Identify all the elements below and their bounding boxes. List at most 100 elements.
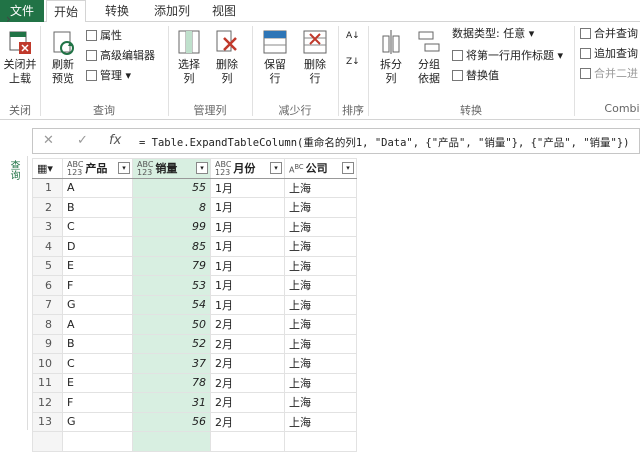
cell-product[interactable]: C bbox=[62, 216, 133, 237]
cell-company[interactable]: 上海 bbox=[284, 314, 357, 335]
cell-company[interactable]: 上海 bbox=[284, 392, 357, 413]
cell-product[interactable]: F bbox=[62, 392, 133, 413]
table-row[interactable]: 6 F 53 1月 上海 bbox=[32, 275, 357, 296]
tab-home[interactable]: 开始 bbox=[46, 0, 86, 23]
cell-company[interactable]: 上海 bbox=[284, 177, 357, 198]
cell-company[interactable]: 上海 bbox=[284, 236, 357, 257]
table-menu-icon[interactable]: ▦▾ bbox=[32, 158, 63, 179]
cell-company[interactable]: 上海 bbox=[284, 411, 357, 432]
group-by-button[interactable]: 分组 依据 bbox=[412, 28, 446, 86]
filter-dropdown-icon[interactable]: ▾ bbox=[270, 162, 282, 174]
cell-product[interactable]: A bbox=[62, 177, 133, 198]
cell-sales[interactable]: 54 bbox=[132, 294, 211, 315]
table-row[interactable]: 1 A 55 1月 上海 bbox=[32, 177, 357, 198]
cell-company[interactable]: 上海 bbox=[284, 255, 357, 276]
cell-month[interactable] bbox=[210, 431, 285, 452]
cell-product[interactable] bbox=[62, 431, 133, 452]
cell-company[interactable]: 上海 bbox=[284, 372, 357, 393]
cell-month[interactable]: 1月 bbox=[210, 236, 285, 257]
cell-product[interactable]: F bbox=[62, 275, 133, 296]
cell-product[interactable]: G bbox=[62, 411, 133, 432]
combine-files-button[interactable]: 合并二进 bbox=[580, 66, 638, 82]
cell-company[interactable]: 上海 bbox=[284, 333, 357, 354]
table-row[interactable]: 3 C 99 1月 上海 bbox=[32, 216, 357, 237]
cell-month[interactable]: 2月 bbox=[210, 392, 285, 413]
select-columns-button[interactable]: 选择 列 bbox=[172, 28, 206, 86]
cell-company[interactable] bbox=[284, 431, 357, 452]
cell-month[interactable]: 1月 bbox=[210, 294, 285, 315]
cell-sales[interactable]: 78 bbox=[132, 372, 211, 393]
cell-company[interactable]: 上海 bbox=[284, 216, 357, 237]
column-header-month[interactable]: ABC 123 月份 ▾ bbox=[210, 158, 285, 179]
cell-month[interactable]: 2月 bbox=[210, 411, 285, 432]
confirm-formula-icon[interactable]: ✓ bbox=[77, 133, 88, 148]
tab-view[interactable]: 视图 bbox=[202, 0, 246, 22]
cell-month[interactable]: 1月 bbox=[210, 197, 285, 218]
tab-transform[interactable]: 转换 bbox=[92, 0, 142, 22]
data-type-dropdown[interactable]: 数据类型: 任意 ▾ bbox=[452, 26, 534, 42]
table-row[interactable]: 8 A 50 2月 上海 bbox=[32, 314, 357, 335]
cell-sales[interactable]: 79 bbox=[132, 255, 211, 276]
cancel-formula-icon[interactable]: ✕ bbox=[43, 133, 54, 148]
merge-queries-button[interactable]: 合并查询 bbox=[580, 26, 638, 42]
tab-add-column[interactable]: 添加列 bbox=[142, 0, 202, 22]
first-row-header-button[interactable]: 将第一行用作标题 ▾ bbox=[452, 48, 563, 64]
filter-dropdown-icon[interactable]: ▾ bbox=[196, 162, 208, 174]
cell-product[interactable]: G bbox=[62, 294, 133, 315]
sort-ascending-icon[interactable]: A↓ bbox=[346, 28, 360, 44]
cell-sales[interactable]: 55 bbox=[132, 177, 211, 198]
table-row[interactable]: 10 C 37 2月 上海 bbox=[32, 353, 357, 374]
formula-bar[interactable]: ✕ ✓ fx = Table.ExpandTableColumn(重命名的列1,… bbox=[32, 128, 640, 154]
remove-rows-button[interactable]: 删除 行 bbox=[296, 28, 334, 86]
table-row[interactable]: 4 D 85 1月 上海 bbox=[32, 236, 357, 257]
cell-product[interactable]: C bbox=[62, 353, 133, 374]
cell-product[interactable]: B bbox=[62, 197, 133, 218]
cell-month[interactable]: 1月 bbox=[210, 255, 285, 276]
cell-sales[interactable]: 50 bbox=[132, 314, 211, 335]
table-row[interactable]: 11 E 78 2月 上海 bbox=[32, 372, 357, 393]
advanced-editor-button[interactable]: 高级编辑器 bbox=[86, 48, 155, 64]
close-load-button[interactable]: 关闭并 上载 bbox=[0, 28, 40, 86]
filter-dropdown-icon[interactable]: ▾ bbox=[118, 162, 130, 174]
cell-month[interactable]: 1月 bbox=[210, 216, 285, 237]
replace-values-button[interactable]: 替换值 bbox=[452, 68, 499, 84]
cell-sales[interactable]: 85 bbox=[132, 236, 211, 257]
cell-month[interactable]: 2月 bbox=[210, 372, 285, 393]
cell-sales[interactable]: 31 bbox=[132, 392, 211, 413]
expand-queries-chevron-icon[interactable]: › bbox=[6, 12, 11, 26]
manage-button[interactable]: 管理 ▾ bbox=[86, 68, 131, 84]
cell-sales[interactable]: 37 bbox=[132, 353, 211, 374]
cell-company[interactable]: 上海 bbox=[284, 294, 357, 315]
cell-month[interactable]: 1月 bbox=[210, 177, 285, 198]
cell-month[interactable]: 2月 bbox=[210, 314, 285, 335]
table-row[interactable] bbox=[32, 431, 357, 452]
filter-dropdown-icon[interactable]: ▾ bbox=[342, 162, 354, 174]
cell-company[interactable]: 上海 bbox=[284, 197, 357, 218]
cell-sales[interactable]: 8 bbox=[132, 197, 211, 218]
column-header-product[interactable]: ABC 123 产品 ▾ bbox=[62, 158, 133, 179]
table-row[interactable]: 12 F 31 2月 上海 bbox=[32, 392, 357, 413]
cell-product[interactable]: B bbox=[62, 333, 133, 354]
cell-company[interactable]: 上海 bbox=[284, 275, 357, 296]
cell-product[interactable]: E bbox=[62, 255, 133, 276]
table-row[interactable]: 13 G 56 2月 上海 bbox=[32, 411, 357, 432]
cell-month[interactable]: 1月 bbox=[210, 275, 285, 296]
cell-company[interactable]: 上海 bbox=[284, 353, 357, 374]
column-header-company[interactable]: ABC 公司 ▾ bbox=[284, 158, 357, 179]
table-row[interactable]: 2 B 8 1月 上海 bbox=[32, 197, 357, 218]
sort-descending-icon[interactable]: Z↓ bbox=[346, 54, 360, 70]
split-column-button[interactable]: 拆分 列 bbox=[374, 28, 408, 86]
cell-month[interactable]: 2月 bbox=[210, 333, 285, 354]
refresh-preview-button[interactable]: 刷新 预览 bbox=[46, 28, 80, 86]
cell-product[interactable]: E bbox=[62, 372, 133, 393]
cell-sales[interactable]: 53 bbox=[132, 275, 211, 296]
cell-sales[interactable]: 56 bbox=[132, 411, 211, 432]
column-header-sales[interactable]: ABC 123 销量 ▾ bbox=[132, 158, 211, 179]
append-queries-button[interactable]: 追加查询 bbox=[580, 46, 638, 62]
keep-rows-button[interactable]: 保留 行 bbox=[256, 28, 294, 86]
cell-sales[interactable]: 99 bbox=[132, 216, 211, 237]
cell-month[interactable]: 2月 bbox=[210, 353, 285, 374]
table-row[interactable]: 9 B 52 2月 上海 bbox=[32, 333, 357, 354]
cell-sales[interactable]: 52 bbox=[132, 333, 211, 354]
table-row[interactable]: 7 G 54 1月 上海 bbox=[32, 294, 357, 315]
